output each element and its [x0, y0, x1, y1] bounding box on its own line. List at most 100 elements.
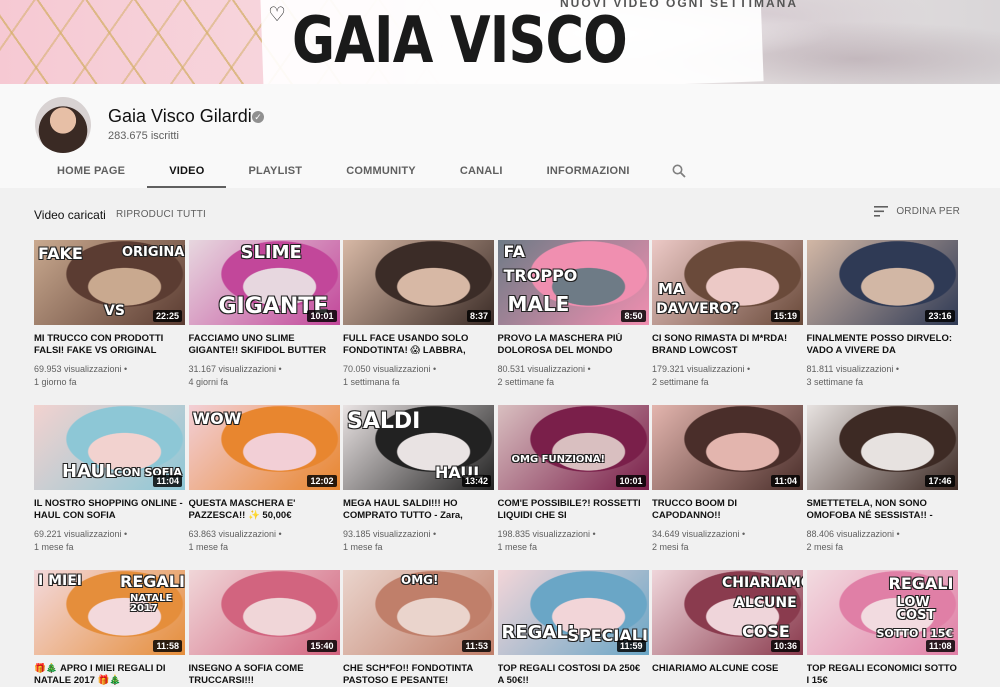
view-count: 80.531 visualizzazioni • [497, 364, 591, 374]
duration-badge: 11:04 [153, 475, 182, 487]
video-thumbnail[interactable]: FA TROPPO MALE 8:50 [497, 240, 649, 325]
video-card[interactable]: MA DAVVERO? 15:19 CI SONO RIMASTA DI M*RDA!… [652, 240, 803, 389]
video-thumbnail[interactable]: 11:04 [652, 405, 803, 490]
video-title[interactable]: TOP REGALI COSTOSI DA 250€ A 50€!! [498, 663, 649, 687]
thumbnail-overlay-text: REGALI [888, 574, 954, 593]
duration-badge: 23:16 [925, 310, 955, 322]
video-card[interactable]: CHIARIAMOALCUNECOSE10:36 CHIARIAMO ALCUNE… [652, 570, 803, 687]
view-count: 93.185 visualizzazioni • [343, 529, 437, 539]
video-thumbnail[interactable]: WOW 12:02 [188, 405, 340, 490]
video-card[interactable]: 15:40 INSEGNO A SOFIA COME TRUCCARSI!!! [188, 570, 340, 687]
channel-avatar[interactable] [35, 97, 91, 153]
video-title[interactable]: 🎁🎄 APRO I MIEI REGALI DI NATALE 2017 🎁🎄 [34, 663, 185, 687]
video-title[interactable]: FULL FACE USANDO SOLO FONDOTINTA! 😱 LABB… [343, 333, 494, 357]
video-thumbnail[interactable]: 17:46 [806, 405, 958, 490]
video-meta: 81.811 visualizzazioni • 3 settimane fa [807, 363, 958, 389]
duration-badge: 8:50 [621, 310, 646, 322]
video-card[interactable]: REGALI SPECIALI 11:59 TOP REGALI COSTOSI DA… [497, 570, 649, 687]
thumbnail-overlay-text: SALDI [347, 409, 421, 434]
tab-video[interactable]: VIDEO [147, 154, 227, 188]
video-title[interactable]: MEGA HAUL SALDI!!! HO COMPRATO TUTTO - Z… [343, 498, 494, 522]
view-count: 63.863 visualizzazioni • [188, 529, 282, 539]
video-title[interactable]: MI TRUCCO CON PRODOTTI FALSI! FAKE VS OR… [34, 333, 185, 357]
upload-age: 2 settimane fa [497, 377, 555, 387]
thumbnail-overlay-text: DAVVERO? [656, 301, 740, 317]
video-card[interactable]: OMG! 11:53 CHE SCH*FO!! FONDOTINTA PASTOSO… [343, 570, 494, 687]
video-thumbnail[interactable]: OMG! 11:53 [343, 570, 494, 655]
video-thumbnail[interactable]: CHIARIAMO ALCUNE COSE10:36 [652, 570, 803, 655]
thumbnail-overlay-text: MALE [507, 292, 570, 316]
video-thumbnail[interactable]: 8:37 [343, 240, 494, 325]
tab-playlist[interactable]: PLAYLIST [226, 154, 324, 188]
video-meta: 88.406 visualizzazioni • 2 mesi fa [807, 528, 958, 554]
video-title[interactable]: SMETTETELA, NON SONO OMOFOBA NÉ SESSISTA… [807, 498, 958, 522]
duration-badge: 11:04 [771, 475, 800, 487]
video-thumbnail[interactable]: HAUL CON SOFIA 11:04 [34, 405, 185, 490]
channel-banner: NUOVI VIDEO OGNI SETTIMANA ♡ GAIA VISCO … [0, 0, 1000, 84]
video-title[interactable]: QUESTA MASCHERA E' PAZZESCA!! ✨ 50,00€ [189, 498, 340, 522]
video-thumbnail[interactable]: MA DAVVERO? 15:19 [652, 240, 803, 325]
video-card[interactable]: FA TROPPO MALE 8:50 PROVO LA MASCHERA PIÙ DO… [497, 240, 649, 389]
video-title[interactable]: CHE SCH*FO!! FONDOTINTA PASTOSO E PESANT… [343, 663, 494, 687]
video-title[interactable]: IL NOSTRO SHOPPING ONLINE - HAUL CON SOF… [34, 498, 185, 522]
video-thumbnail[interactable]: REGALI LOW COST SOTTO I 15€ 11:08 [806, 570, 958, 655]
tab-home[interactable]: HOME PAGE [35, 154, 147, 188]
thumbnail-overlay-text: TROPPO [503, 266, 578, 285]
play-all-button[interactable]: RIPRODUCI TUTTI [116, 209, 206, 220]
duration-badge: 11:53 [462, 640, 491, 652]
video-title[interactable]: FINALMENTE POSSO DIRVELO: VADO A VIVERE … [807, 333, 958, 357]
video-title[interactable]: PROVO LA MASCHERA PIÙ DOLOROSA DEL MONDO [498, 333, 649, 357]
video-thumbnail[interactable]: 23:16 [806, 240, 958, 325]
video-card[interactable]: 11:04 TRUCCO BOOM DI CAPODANNO!! 34.649 vi… [652, 405, 803, 554]
video-card[interactable]: 17:46 SMETTETELA, NON SONO OMOFOBA NÉ SES… [806, 405, 958, 554]
view-count: 31.167 visualizzazioni • [188, 364, 282, 374]
tab-channels[interactable]: CANALI [438, 154, 525, 188]
video-card[interactable]: SLIME GIGANTE 10:01 FACCIAMO UNO SLIME GIGA… [188, 240, 340, 389]
video-title[interactable]: CI SONO RIMASTA DI M*RDA! BRAND LOWCOST [652, 333, 803, 357]
view-count: 179.321 visualizzazioni • [652, 364, 751, 374]
video-title[interactable]: TOP REGALI ECONOMICI SOTTO I 15€ [807, 663, 958, 687]
video-card[interactable]: SALDI HAUL 13:42 MEGA HAUL SALDI!!! HO COMP… [343, 405, 494, 554]
video-thumbnail[interactable]: SALDI HAUL 13:42 [343, 405, 494, 490]
upload-age: 1 mese fa [34, 542, 74, 552]
video-card[interactable]: HAUL CON SOFIA 11:04 IL NOSTRO SHOPPING ONL… [34, 405, 185, 554]
video-title[interactable]: CHIARIAMO ALCUNE COSE [652, 663, 803, 687]
video-thumbnail[interactable]: I MIEI REGALI NATALE 2017 11:58 [34, 570, 185, 655]
video-card[interactable]: REGALI LOW COST SOTTO I 15€ 11:08 TOP REGALI… [806, 570, 958, 687]
upload-age: 3 settimane fa [806, 377, 864, 387]
search-icon[interactable] [652, 154, 706, 188]
video-card[interactable]: 8:37 FULL FACE USANDO SOLO FONDOTINTA! 😱 … [343, 240, 494, 389]
video-meta: 198.835 visualizzazioni • 1 mese fa [498, 528, 649, 554]
video-card[interactable]: FAKE ORIGINAL VS 22:25 MI TRUCCO CON PRODOTT… [34, 240, 185, 389]
channel-name[interactable]: Gaia Visco Gilardi [108, 106, 252, 127]
banner-title: GAIA VISCO GILARDI [292, 4, 628, 84]
tab-about[interactable]: INFORMAZIONI [525, 154, 652, 188]
video-meta: 63.863 visualizzazioni • 1 mese fa [189, 528, 340, 554]
video-thumbnail[interactable]: REGALI SPECIALI 11:59 [497, 570, 649, 655]
video-thumbnail[interactable]: OMG FUNZIONA! 10:01 [497, 405, 649, 490]
video-card[interactable]: OMG FUNZIONA! 10:01 COM'E POSSIBILE?! ROSS… [497, 405, 649, 554]
video-title[interactable]: INSEGNO A SOFIA COME TRUCCARSI!!! [189, 663, 340, 687]
video-title[interactable]: COM'E POSSIBILE?! ROSSETTI LIQUIDI CHE S… [498, 498, 649, 522]
video-thumbnail[interactable]: SLIME GIGANTE 10:01 [188, 240, 340, 325]
video-title[interactable]: FACCIAMO UNO SLIME GIGANTE!! SKIFIDOL BU… [189, 333, 340, 357]
video-thumbnail[interactable]: FAKE ORIGINAL VS 22:25 [34, 240, 185, 325]
duration-badge: 10:01 [307, 310, 337, 322]
tab-community[interactable]: COMMUNITY [324, 154, 438, 188]
video-card[interactable]: 23:16 FINALMENTE POSSO DIRVELO: VADO A VI… [806, 240, 958, 389]
video-thumbnail[interactable]: 15:40 [188, 570, 340, 655]
thumbnail-overlay-text: SLIME [240, 242, 302, 263]
video-title[interactable]: TRUCCO BOOM DI CAPODANNO!! [652, 498, 803, 522]
search-icon-glyph [672, 164, 686, 178]
uploads-header: Video caricati RIPRODUCI TUTTI ORDINA PE… [34, 206, 964, 224]
upload-age: 2 mesi fa [652, 542, 689, 552]
view-count: 70.050 visualizzazioni • [343, 364, 437, 374]
video-meta: 70.050 visualizzazioni • 1 settimana fa [343, 363, 494, 389]
thumbnail-overlay-text: CHIARIAMO [722, 575, 803, 591]
sort-button[interactable]: ORDINA PER [874, 206, 960, 217]
video-card[interactable]: I MIEI REGALI NATALE 2017 11:58 🎁🎄 APRO I MI… [34, 570, 185, 687]
view-count: 81.811 visualizzazioni • [806, 364, 900, 374]
video-card[interactable]: WOW 12:02 QUESTA MASCHERA E' PAZZESCA!! ✨ … [188, 405, 340, 554]
duration-badge: 17:46 [925, 475, 955, 487]
duration-badge: 15:19 [770, 310, 800, 322]
